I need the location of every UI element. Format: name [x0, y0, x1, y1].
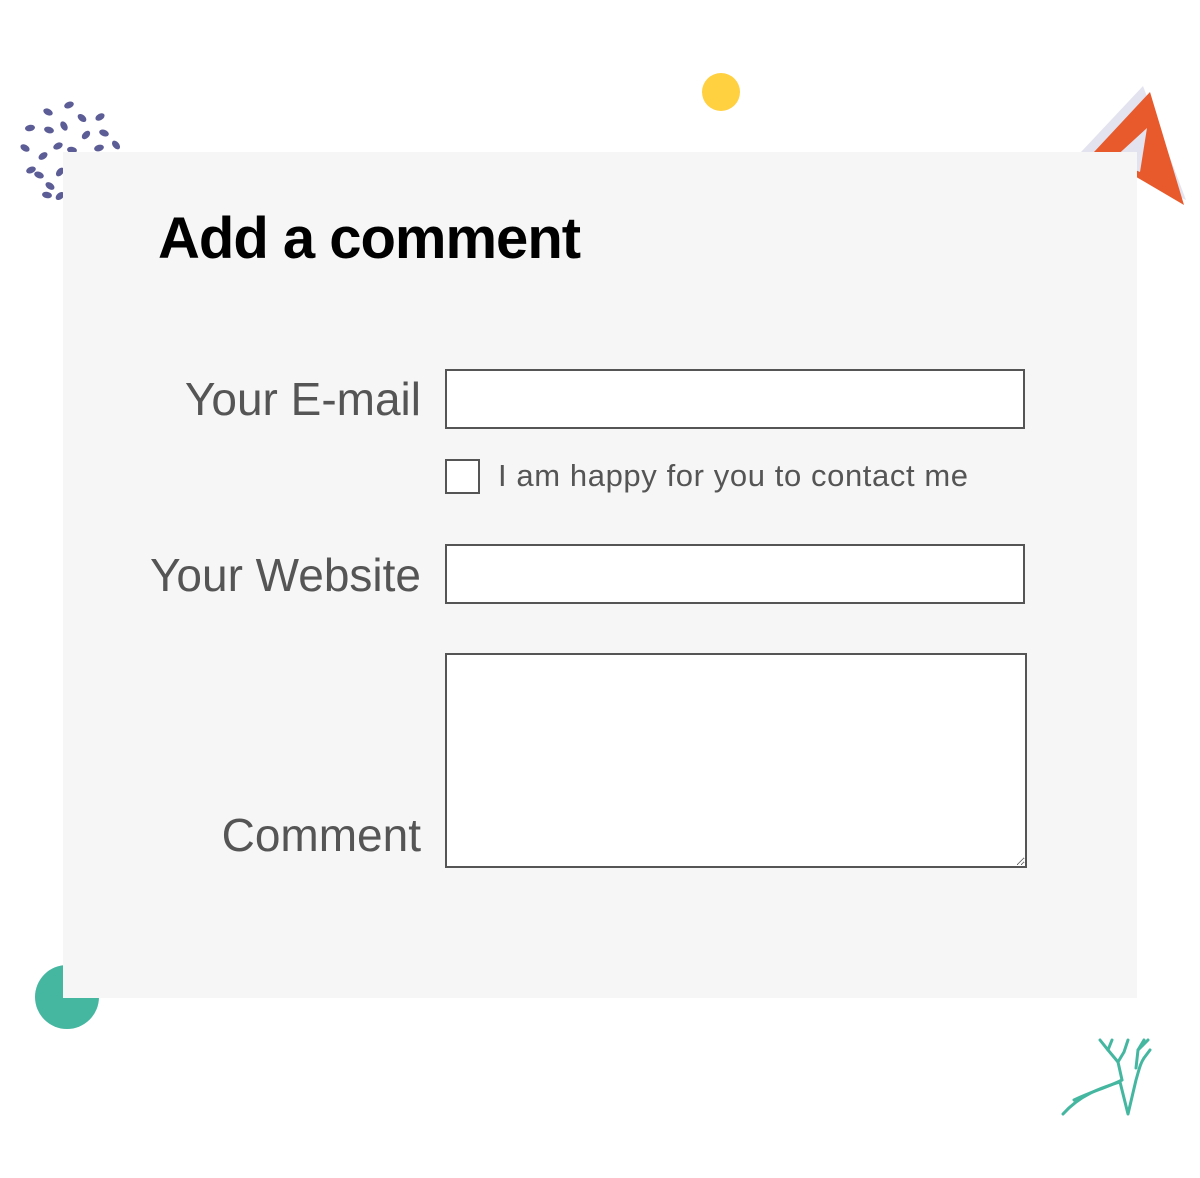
contact-consent-label[interactable]: I am happy for you to contact me	[498, 458, 969, 494]
yellow-dot-icon	[702, 73, 740, 111]
form-title: Add a comment	[158, 206, 581, 271]
email-label: Your E-mail	[184, 373, 421, 425]
contact-consent-checkbox[interactable]	[445, 458, 480, 494]
comment-form-panel: Add a comment Your E-mail I am happy for…	[63, 152, 1137, 998]
deer-logo-icon	[1061, 1038, 1152, 1116]
website-field[interactable]	[445, 544, 1025, 604]
comment-textarea[interactable]	[445, 653, 1027, 868]
email-field[interactable]	[445, 369, 1025, 429]
comment-label: Comment	[221, 809, 421, 861]
website-label: Your Website	[149, 549, 421, 601]
contact-consent-row: I am happy for you to contact me	[445, 457, 969, 495]
